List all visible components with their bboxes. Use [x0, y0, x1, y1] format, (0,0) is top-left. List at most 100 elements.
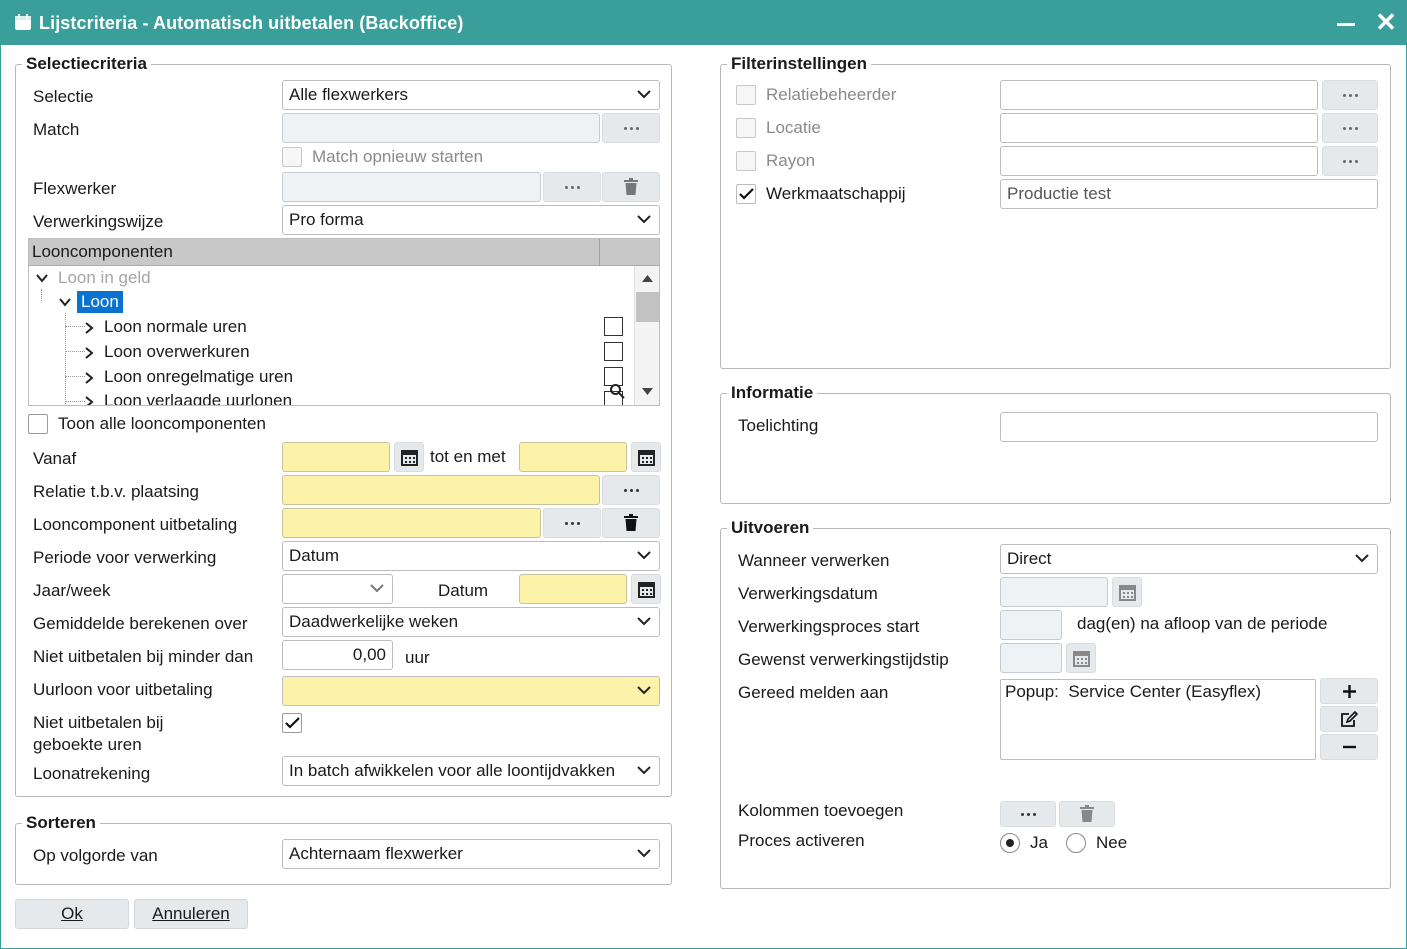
- tijdstip-input[interactable]: [1000, 643, 1062, 673]
- rayon-lookup-button[interactable]: [1322, 146, 1378, 176]
- relatie-input[interactable]: [282, 475, 600, 505]
- kolommen-label: Kolommen toevoegen: [738, 801, 904, 820]
- close-icon[interactable]: ✕: [1375, 9, 1397, 35]
- gereed-remove-button[interactable]: [1320, 734, 1378, 760]
- chevron-right-icon[interactable]: [83, 395, 95, 406]
- tree-row[interactable]: Loon onregelmatige uren: [29, 365, 633, 389]
- edit-icon: [1341, 710, 1358, 727]
- gereed-list-item[interactable]: Popup: Service Center (Easyflex): [1005, 682, 1311, 702]
- toon-alle-checkbox[interactable]: [28, 414, 48, 434]
- toon-alle-label: Toon alle looncomponenten: [58, 414, 266, 433]
- datum-input[interactable]: [519, 574, 627, 604]
- tree-item-checkbox[interactable]: [604, 317, 623, 336]
- tijdstip-label: Gewenst verwerkingstijdstip: [738, 650, 949, 669]
- niet-minder-input[interactable]: 0,00: [282, 640, 393, 670]
- ok-button[interactable]: Ok: [15, 899, 129, 929]
- locatie-input[interactable]: [1000, 113, 1318, 143]
- verwerkingsdatum-calendar-button[interactable]: [1112, 577, 1142, 607]
- locatie-checkbox[interactable]: [736, 118, 756, 138]
- ellipsis-icon: [1020, 812, 1036, 816]
- scrollbar-thumb[interactable]: [636, 292, 659, 322]
- gereed-add-button[interactable]: [1320, 678, 1378, 704]
- gemiddelde-select[interactable]: Daadwerkelijke weken: [282, 607, 660, 637]
- datum-calendar-button[interactable]: [631, 574, 661, 604]
- tot-en-met-input[interactable]: [519, 442, 627, 472]
- rayon-checkbox[interactable]: [736, 151, 756, 171]
- match-lookup-button[interactable]: [602, 113, 660, 143]
- tree-row[interactable]: Loon normale uren: [29, 315, 633, 339]
- calendar-icon: [15, 14, 31, 30]
- relatie-lookup-button[interactable]: [602, 475, 660, 505]
- kolommen-add-button[interactable]: [1000, 801, 1056, 827]
- volgorde-select[interactable]: Achternaam flexwerker: [282, 839, 660, 869]
- minimize-icon[interactable]: [1337, 9, 1359, 37]
- flexwerker-delete-button[interactable]: [602, 172, 660, 202]
- ellipsis-icon: [623, 488, 639, 492]
- scroll-down-icon[interactable]: [642, 388, 653, 396]
- activeren-nee-radio[interactable]: [1066, 833, 1086, 853]
- match-opnieuw-label: Match opnieuw starten: [312, 147, 484, 166]
- kolommen-delete-button[interactable]: [1059, 801, 1115, 827]
- proces-start-input[interactable]: [1000, 610, 1062, 640]
- tree-scrollbar[interactable]: [634, 266, 659, 405]
- tree-row[interactable]: Loon overwerkuren: [29, 340, 633, 364]
- tree-item-checkbox[interactable]: [604, 342, 623, 361]
- uitvoeren-legend: Uitvoeren: [727, 518, 814, 538]
- calendar-icon: [637, 450, 655, 466]
- tree-row[interactable]: Loon verlaagde uurlonen: [29, 384, 633, 406]
- verwerkingsdatum-input[interactable]: [1000, 577, 1108, 607]
- tijdstip-calendar-button[interactable]: [1066, 643, 1096, 673]
- verwerkingswijze-select[interactable]: Pro forma: [282, 205, 660, 235]
- vanaf-input[interactable]: [282, 442, 390, 472]
- uurloon-select[interactable]: [282, 676, 660, 706]
- looncomponenten-tree[interactable]: Looncomponenten Loon in geld Loon Loon n…: [28, 238, 660, 406]
- werkmaatschappij-input[interactable]: Productie test: [1000, 179, 1378, 209]
- tree-row[interactable]: Loon in geld: [29, 266, 633, 290]
- chevron-right-icon[interactable]: [83, 321, 95, 335]
- gemiddelde-label: Gemiddelde berekenen over: [33, 614, 248, 633]
- vanaf-calendar-button[interactable]: [394, 442, 424, 472]
- chevron-down-icon: [370, 584, 384, 593]
- selectie-select[interactable]: Alle flexwerkers: [282, 80, 660, 110]
- jaarweek-select[interactable]: [282, 574, 393, 604]
- niet-geboekt-checkbox[interactable]: [282, 713, 302, 733]
- werkmaatschappij-checkbox[interactable]: [736, 184, 756, 204]
- locatie-lookup-button[interactable]: [1322, 113, 1378, 143]
- annuleren-button[interactable]: Annuleren: [134, 899, 248, 929]
- datum-label: Datum: [438, 581, 489, 600]
- looncomponent-lookup-button[interactable]: [543, 508, 601, 538]
- flexwerker-input[interactable]: [282, 172, 541, 202]
- looncomponent-uitbetaling-input[interactable]: [282, 508, 541, 538]
- loonatrekening-select[interactable]: In batch afwikkelen voor alle loontijdva…: [282, 756, 660, 786]
- tree-item-loon-normale-uren: Loon normale uren: [104, 317, 247, 336]
- calendar-icon: [400, 450, 418, 466]
- match-input[interactable]: [282, 113, 600, 143]
- jaarweek-label: Jaar/week: [33, 581, 111, 600]
- ellipsis-icon: [564, 185, 580, 189]
- match-opnieuw-checkbox[interactable]: [282, 147, 302, 167]
- chevron-down-icon: [637, 686, 651, 695]
- wanneer-select[interactable]: Direct: [1000, 544, 1378, 574]
- relatiebeheerder-input[interactable]: [1000, 80, 1318, 110]
- chevron-down-icon: [637, 849, 651, 858]
- gereed-edit-button[interactable]: [1320, 706, 1378, 732]
- chevron-right-icon[interactable]: [83, 371, 95, 385]
- activeren-ja-label: Ja: [1030, 833, 1048, 852]
- chevron-down-icon: [1355, 554, 1369, 563]
- looncomponent-delete-button[interactable]: [602, 508, 660, 538]
- volgorde-value: Achternaam flexwerker: [289, 844, 463, 863]
- toelichting-input[interactable]: [1000, 412, 1378, 442]
- gereed-list[interactable]: Popup: Service Center (Easyflex): [1000, 679, 1316, 760]
- relatiebeheerder-checkbox[interactable]: [736, 85, 756, 105]
- scroll-up-icon[interactable]: [642, 274, 653, 282]
- rayon-input[interactable]: [1000, 146, 1318, 176]
- relatiebeheerder-lookup-button[interactable]: [1322, 80, 1378, 110]
- flexwerker-lookup-button[interactable]: [543, 172, 601, 202]
- tot-calendar-button[interactable]: [631, 442, 661, 472]
- periode-select[interactable]: Datum: [282, 541, 660, 571]
- chevron-down-icon[interactable]: [35, 272, 49, 284]
- chevron-down-icon[interactable]: [58, 296, 72, 308]
- tree-row[interactable]: Loon: [29, 290, 633, 314]
- activeren-ja-radio[interactable]: [1000, 833, 1020, 853]
- chevron-right-icon[interactable]: [83, 346, 95, 360]
